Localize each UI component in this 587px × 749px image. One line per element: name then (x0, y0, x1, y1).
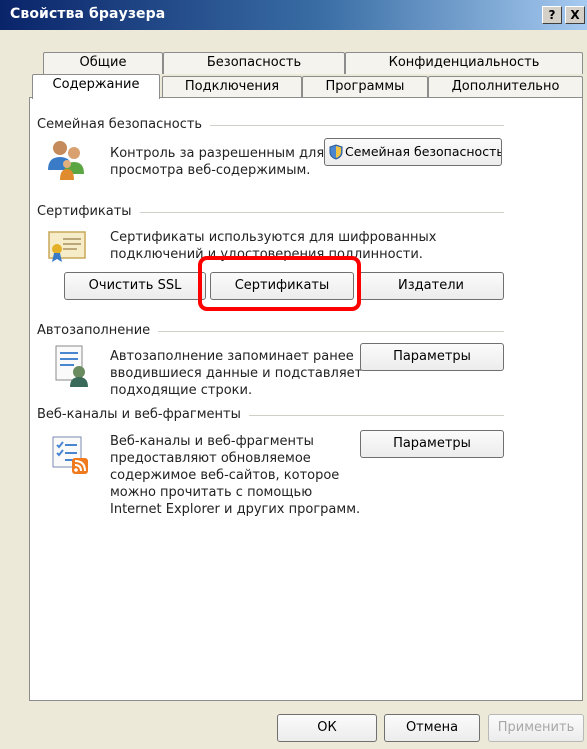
autocomplete-desc-1: Автозаполнение запоминает ранее (110, 349, 354, 364)
certificates-desc-1: Сертификаты используются для шифрованных (110, 230, 437, 245)
tab-connections[interactable]: Подключения (162, 76, 302, 98)
divider (140, 212, 504, 213)
certificate-icon (48, 231, 86, 262)
shield-icon (329, 144, 343, 160)
tab-general[interactable]: Общие (43, 52, 163, 74)
close-button[interactable]: X (565, 6, 585, 24)
feeds-settings-button[interactable]: Параметры (360, 430, 504, 458)
highlight-box (198, 256, 361, 311)
window-title: Свойства браузера (10, 6, 166, 22)
divider (240, 415, 504, 416)
feeds-desc-1: Веб-каналы и веб-фрагменты (110, 434, 314, 449)
publishers-button[interactable]: Издатели (358, 272, 504, 300)
autocomplete-form-icon (55, 345, 88, 387)
tab-advanced[interactable]: Дополнительно (428, 76, 583, 98)
tab-privacy[interactable]: Конфиденциальность (345, 52, 583, 74)
feeds-desc-4: можно прочитать с помощью (110, 485, 313, 500)
autocomplete-settings-button[interactable]: Параметры (360, 343, 504, 371)
apply-button[interactable]: Применить (488, 714, 584, 742)
family-safety-button[interactable]: Семейная безопасность (324, 138, 502, 166)
autocomplete-title: Автозаполнение (37, 323, 159, 338)
content-tab-panel (29, 97, 583, 701)
divider (154, 331, 504, 332)
cancel-button[interactable]: Отмена (384, 714, 480, 742)
autocomplete-desc-3: подходящие строки. (110, 383, 253, 398)
feeds-desc-3: содержимое веб-сайтов, которое (110, 468, 340, 483)
feeds-icon (52, 436, 88, 474)
title-bar[interactable]: Свойства браузера ? X (0, 0, 587, 30)
family-safety-desc-1: Контроль за разрешенным для (110, 146, 325, 161)
autocomplete-desc-2: вводившиеся данные и подставляет (110, 366, 363, 381)
feeds-title: Веб-каналы и веб-фрагменты (37, 407, 249, 422)
ok-button[interactable]: ОК (277, 714, 377, 742)
browser-properties-window: Свойства браузера ? X Общие Безопасность… (0, 0, 587, 749)
family-safety-button-label: Семейная безопасность (345, 144, 502, 159)
family-users-icon (48, 141, 84, 180)
tab-programs[interactable]: Программы (302, 76, 428, 98)
certificates-title: Сертификаты (37, 204, 140, 219)
tab-content[interactable]: Содержание (32, 74, 160, 99)
help-button[interactable]: ? (542, 6, 562, 24)
divider (206, 125, 504, 126)
clear-ssl-button[interactable]: Очистить SSL (64, 272, 206, 300)
family-safety-desc-2: просмотра веб-содержимым. (110, 163, 311, 178)
feeds-desc-5: Internet Explorer и других программ. (110, 502, 361, 517)
feeds-desc-2: предоставляют обновляемое (110, 451, 311, 466)
family-safety-title: Семейная безопасность (37, 117, 211, 132)
tab-security[interactable]: Безопасность (163, 52, 345, 74)
